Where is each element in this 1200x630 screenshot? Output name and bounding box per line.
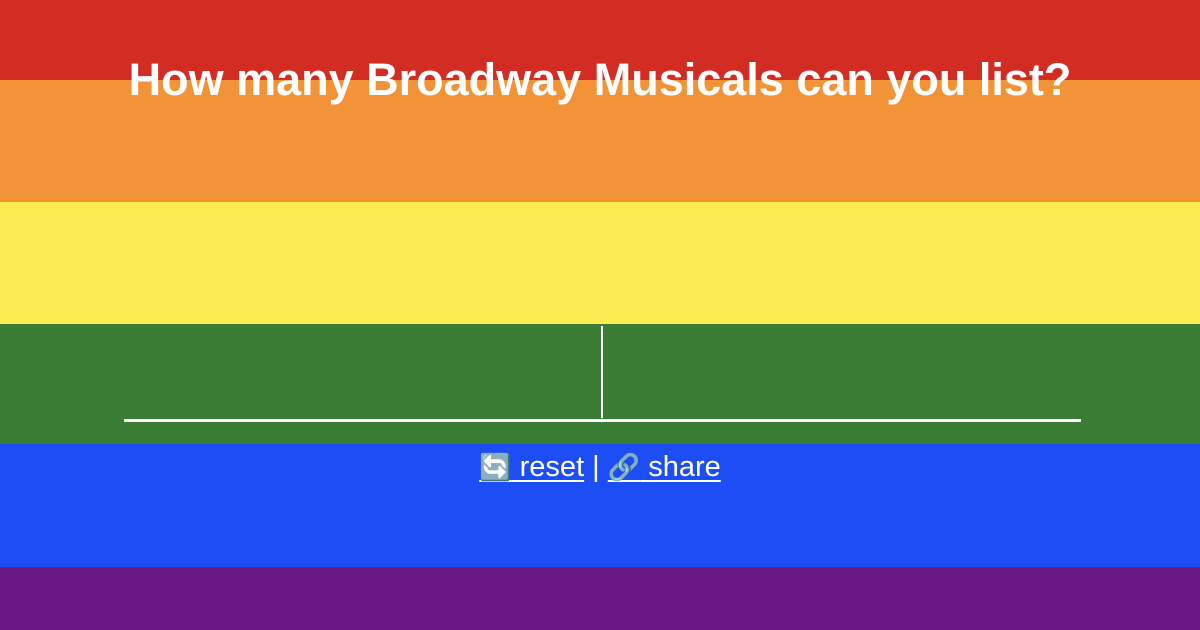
answer-input[interactable] [124, 326, 1081, 422]
share-link[interactable]: 🔗 share [608, 451, 721, 483]
page-title: How many Broadway Musicals can you list? [128, 54, 1072, 105]
reset-link[interactable]: 🔄 reset [479, 451, 584, 483]
stripe-yellow [0, 202, 1200, 324]
action-links: 🔄 reset | 🔗 share [0, 448, 1200, 487]
share-label: share [640, 451, 721, 483]
reset-label: reset [511, 451, 585, 483]
reset-icon: 🔄 [479, 453, 512, 483]
stripe-purple [0, 567, 1200, 630]
link-icon: 🔗 [607, 453, 641, 483]
link-separator: | [584, 451, 608, 483]
answer-area [124, 326, 1081, 422]
quiz-page: How many Broadway Musicals can you list?… [0, 0, 1200, 630]
text-caret [601, 326, 603, 418]
